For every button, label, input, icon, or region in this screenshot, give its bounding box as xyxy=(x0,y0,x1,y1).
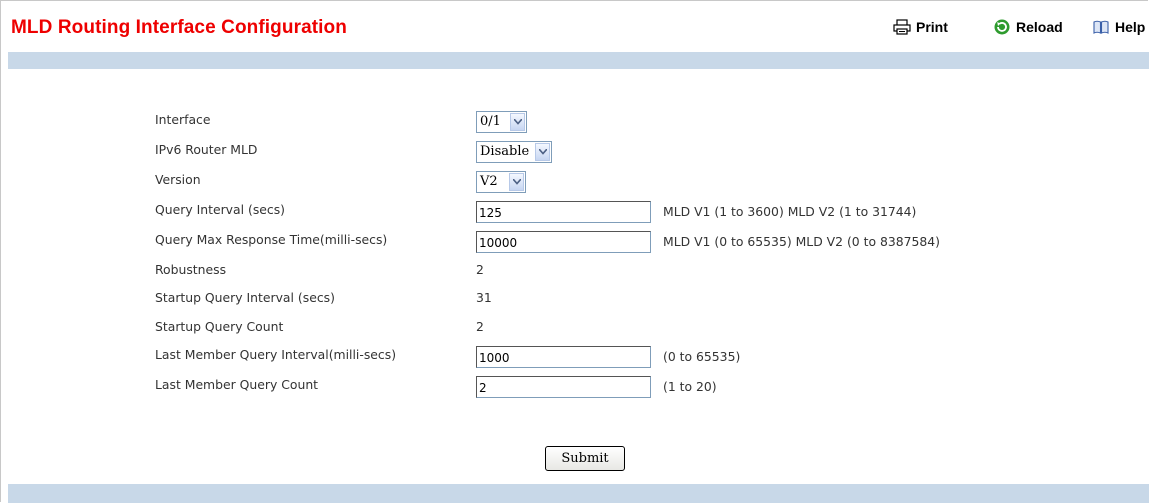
ipv6-router-mld-label: IPv6 Router MLD xyxy=(155,142,258,157)
interface-select[interactable]: 0/1 xyxy=(476,111,527,133)
ipv6-router-mld-select[interactable]: Disable xyxy=(476,141,552,163)
reload-button[interactable]: Reload xyxy=(993,19,1063,35)
interface-select-value: 0/1 xyxy=(480,114,501,129)
robustness-value: 2 xyxy=(476,262,484,277)
last-member-query-interval-hint: (0 to 65535) xyxy=(663,349,741,364)
query-interval-input[interactable] xyxy=(476,201,651,223)
version-select[interactable]: V2 xyxy=(476,171,526,193)
page-header: MLD Routing Interface Configuration Prin… xyxy=(8,0,1149,52)
print-button[interactable]: Print xyxy=(893,19,948,35)
help-label: Help xyxy=(1115,19,1146,35)
query-interval-label: Query Interval (secs) xyxy=(155,202,285,217)
print-label: Print xyxy=(916,19,948,35)
dropdown-arrow-icon xyxy=(535,143,550,161)
footer-band xyxy=(8,484,1149,503)
help-button[interactable]: Help xyxy=(1092,19,1145,35)
reload-label: Reload xyxy=(1016,19,1063,35)
page-title: MLD Routing Interface Configuration xyxy=(11,17,347,38)
header-band xyxy=(8,52,1149,69)
submit-button[interactable]: Submit xyxy=(545,446,625,471)
query-max-response-hint: MLD V1 (0 to 65535) MLD V2 (0 to 8387584… xyxy=(663,234,941,249)
last-member-query-count-hint: (1 to 20) xyxy=(663,379,717,394)
ipv6-router-mld-select-value: Disable xyxy=(480,144,530,159)
last-member-query-count-label: Last Member Query Count xyxy=(155,377,319,392)
startup-query-interval-value: 31 xyxy=(476,290,492,305)
query-max-response-input[interactable] xyxy=(476,231,651,253)
version-select-value: V2 xyxy=(480,174,498,189)
last-member-query-count-input[interactable] xyxy=(476,376,651,398)
reload-icon xyxy=(993,19,1011,35)
dropdown-arrow-icon xyxy=(510,113,525,131)
dropdown-arrow-icon xyxy=(509,173,524,191)
query-max-response-label: Query Max Response Time(milli-secs) xyxy=(155,232,388,247)
printer-icon xyxy=(893,19,911,35)
last-member-query-interval-label: Last Member Query Interval(milli-secs) xyxy=(155,347,397,362)
interface-label: Interface xyxy=(155,112,211,127)
startup-query-count-label: Startup Query Count xyxy=(155,319,284,334)
startup-query-count-value: 2 xyxy=(476,319,484,334)
version-label: Version xyxy=(155,172,201,187)
help-book-icon xyxy=(1092,19,1110,35)
last-member-query-interval-input[interactable] xyxy=(476,346,651,368)
query-interval-hint: MLD V1 (1 to 3600) MLD V2 (1 to 31744) xyxy=(663,204,917,219)
startup-query-interval-label: Startup Query Interval (secs) xyxy=(155,290,335,305)
robustness-label: Robustness xyxy=(155,262,227,277)
